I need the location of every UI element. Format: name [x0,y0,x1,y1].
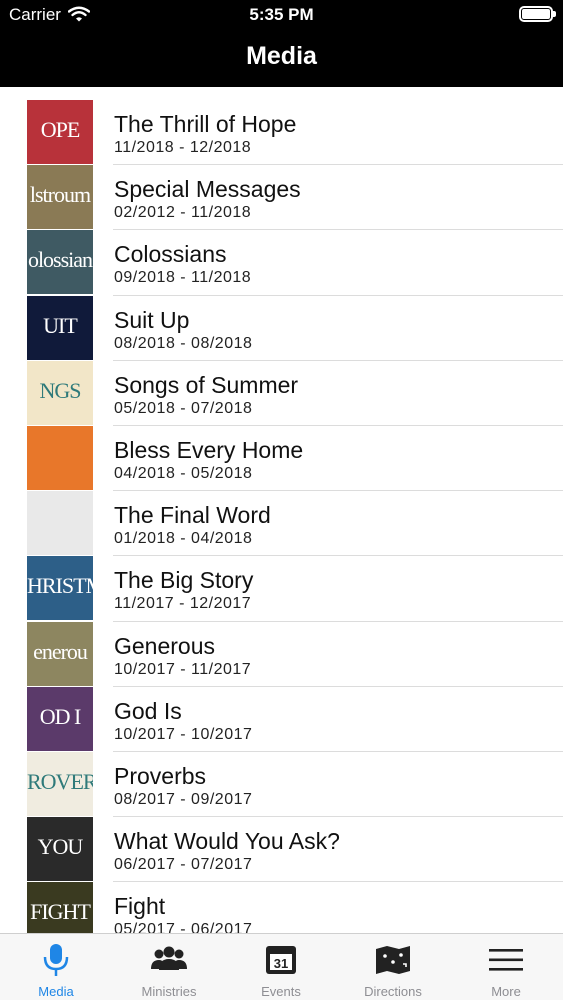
thumbnail-text: ROVERE [27,768,93,794]
thumbnail-text: UIT [43,312,78,338]
thumbnail-text: HRISTM [27,573,93,599]
series-thumbnail: YOU [27,817,93,882]
list-item[interactable]: The Final Word 01/2018 - 04/2018 [0,491,563,557]
thumbnail-text: lstroum [29,182,91,208]
calendar-icon: 31 [266,946,296,974]
status-bar: Carrier 5:35 PM [0,0,563,30]
item-date-range: 09/2018 - 11/2018 [114,269,252,287]
tab-label-ministries: Ministries [141,984,197,999]
tab-ministries[interactable]: Ministries [113,934,225,1000]
item-date-range: 05/2018 - 07/2018 [114,399,253,417]
item-date-range: 11/2018 - 12/2018 [114,139,252,156]
item-date-range: 01/2018 - 04/2018 [114,530,253,548]
series-thumbnail: ROVERE [27,751,93,816]
item-title: The Big Story [114,567,254,594]
thumbnail-text: OD I [39,703,82,729]
item-title: Proverbs [114,762,207,789]
series-thumbnail [27,425,93,490]
series-thumbnail: NGS [27,360,93,425]
item-title: Bless Every Home [114,436,304,463]
item-title: Colossians [114,241,227,268]
item-title: Fight [114,893,166,920]
item-title: God Is [114,697,182,724]
thumbnail-text: OPE [40,117,81,142]
thumbnail-text: YOU [37,834,84,860]
item-date-range: 10/2017 - 11/2017 [114,660,252,678]
item-date-range: 04/2018 - 05/2018 [114,464,253,482]
series-thumbnail: OPE [27,100,93,164]
item-date-range: 02/2012 - 11/2018 [114,204,252,222]
list-item[interactable]: FIGHT Fight 05/2017 - 06/2017 [0,882,563,933]
item-date-range: 08/2018 - 08/2018 [114,334,253,352]
item-title: Songs of Summer [114,371,299,398]
battery-icon [519,6,556,22]
item-title: The Thrill of Hope [114,111,297,137]
series-thumbnail: enerou [27,621,93,686]
tab-bar: Media Ministries 31 Events Directions Mo… [0,933,563,1000]
people-icon [151,946,187,970]
svg-text:31: 31 [274,956,288,971]
tab-more[interactable]: More [450,934,562,1000]
tab-events[interactable]: 31 Events [225,934,337,1000]
tab-label-more: More [491,984,521,999]
tab-label-media: Media [38,984,74,999]
list-item[interactable]: ROVERE Proverbs08/2017 - 09/2017 [0,751,563,818]
series-thumbnail: UIT [27,295,93,360]
item-title: Generous [114,632,216,659]
series-thumbnail [27,491,93,556]
list-item[interactable]: UIT Suit Up 08/2018 - 08/2018 [0,295,563,361]
page-title: Media [246,42,317,70]
list-item[interactable]: lstroum Special Messages 02/2012 - 11/2018 [0,165,563,231]
series-thumbnail: HRISTM [27,556,93,621]
item-date-range: 05/2017 - 06/2017 [114,921,253,933]
item-date-range: 06/2017 - 07/2017 [114,856,253,874]
series-thumbnail: olossian [27,230,93,295]
list-item[interactable]: olossian Colossians 09/2018 - 11/2018 [0,230,563,296]
item-title: Special Messages [114,176,301,203]
tab-media[interactable]: Media [0,934,112,1000]
list-item[interactable]: HRISTM The Big Story11/2017 - 12/2017 [0,556,563,622]
list-item[interactable]: OD I God Is 10/2017 - 10/2017 [0,686,563,753]
item-date-range: 11/2017 - 12/2017 [114,595,252,613]
thumbnail-text: olossian [27,247,93,273]
tab-directions[interactable]: Directions [337,934,449,1000]
item-title: Suit Up [114,306,190,333]
series-thumbnail: OD I [27,686,93,751]
list-item[interactable]: NGS Songs of Summer 05/2018 - 07/2018 [0,360,563,427]
series-thumbnail: lstroum [27,165,93,230]
series-thumbnail: FIGHT [27,882,93,933]
hamburger-icon [489,949,523,971]
status-time: 5:35 PM [249,5,314,24]
thumbnail-text: enerou [33,638,88,664]
navigation-bar: Media [0,30,563,87]
item-title: What Would You Ask? [114,828,340,855]
list-item[interactable]: YOU What Would You Ask? 06/2017 - 07/2017 [0,817,563,883]
list-item[interactable]: enerou Generous 10/2017 - 11/2017 [0,621,563,687]
tab-label-directions: Directions [364,984,422,999]
list-item[interactable]: Bless Every Home 04/2018 - 05/2018 [0,425,563,492]
item-date-range: 08/2017 - 09/2017 [114,790,253,808]
thumbnail-text: FIGHT [30,899,91,925]
tab-label-events: Events [261,984,301,999]
map-icon [376,946,410,974]
microphone-icon [43,944,69,976]
list-item[interactable]: OPE The Thrill of Hope 11/2018 - 12/2018 [0,100,563,166]
thumbnail-text: NGS [39,377,81,403]
item-title: The Final Word [114,502,271,529]
item-date-range: 10/2017 - 10/2017 [114,725,253,743]
media-list[interactable]: OPE The Thrill of Hope 11/2018 - 12/2018 ls… [0,100,563,933]
